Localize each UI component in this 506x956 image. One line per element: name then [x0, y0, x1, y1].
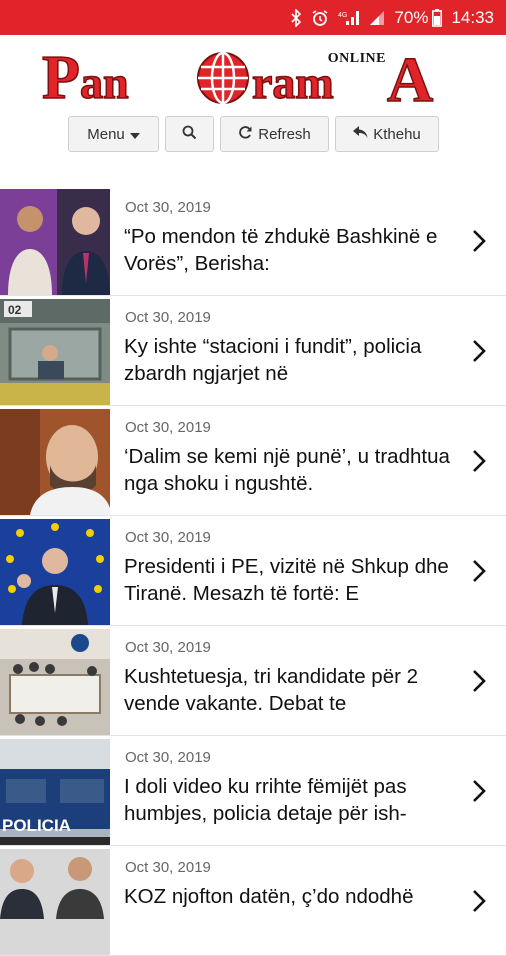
svg-text:P: P — [42, 44, 80, 105]
article-title: Ky ishte “stacioni i fundit”, policia zb… — [124, 335, 422, 385]
signal-data-icon: 4G — [338, 9, 360, 27]
chevron-right-icon — [472, 559, 486, 588]
toolbar: Menu Refresh Kthehu — [68, 116, 439, 152]
refresh-button[interactable]: Refresh — [220, 116, 329, 152]
article-date: Oct 30, 2019 — [125, 199, 211, 216]
clock-time: 14:33 — [451, 7, 494, 27]
article-title: Presidenti i PE, vizitë në Shkup dhe Tir… — [124, 555, 449, 605]
chevron-right-icon — [472, 339, 486, 368]
chevron-right-icon — [472, 779, 486, 808]
article-thumbnail — [0, 189, 110, 295]
article-date: Oct 30, 2019 — [125, 309, 211, 326]
article-date: Oct 30, 2019 — [125, 859, 211, 876]
svg-text:an: an — [80, 57, 129, 105]
article-title: I doli video ku rrihte fëmijët pas humbj… — [124, 775, 407, 825]
battery-icon — [432, 8, 443, 27]
article-date: Oct 30, 2019 — [125, 419, 211, 436]
article-thumbnail — [0, 409, 110, 515]
article-thumbnail: 02 — [0, 299, 110, 405]
bluetooth-icon — [290, 8, 302, 27]
refresh-label: Refresh — [258, 125, 311, 143]
article-item[interactable]: Oct 30, 2019 Presidenti i PE, vizitë në … — [0, 516, 506, 626]
article-list: Oct 30, 2019 “Po mendon të zhdukë Bashki… — [0, 186, 506, 956]
chevron-right-icon — [472, 889, 486, 918]
menu-button[interactable]: Menu — [68, 116, 159, 152]
article-thumbnail — [0, 519, 110, 625]
chevron-right-icon — [472, 669, 486, 698]
back-button[interactable]: Kthehu — [335, 116, 439, 152]
caret-down-icon — [129, 126, 140, 143]
article-thumbnail: POLICIA — [0, 739, 110, 845]
refresh-icon — [238, 125, 253, 144]
svg-text:A: A — [387, 44, 433, 105]
menu-label: Menu — [87, 125, 125, 143]
article-title: KOZ njofton datën, ç’do ndodhë — [124, 885, 414, 908]
article-item[interactable]: Oct 30, 2019 ‘Dalim se kemi një punë’, u… — [0, 406, 506, 516]
logo-online-label: ONLINE — [327, 51, 386, 66]
article-thumbnail — [0, 849, 110, 955]
svg-text:02: 02 — [8, 303, 22, 317]
svg-text:ram: ram — [252, 57, 334, 105]
cell-signal-icon — [369, 10, 385, 26]
article-item[interactable]: Oct 30, 2019 Kushtetuesja, tri kandidate… — [0, 626, 506, 736]
svg-text:4G: 4G — [338, 12, 347, 19]
article-item[interactable]: 02 Oct 30, 2019 Ky ishte “stacioni i fun… — [0, 296, 506, 406]
battery-percent: 70% — [394, 7, 429, 27]
chevron-right-icon — [472, 449, 486, 478]
status-bar: 4G 70% 14:33 — [0, 0, 506, 35]
article-thumbnail — [0, 629, 110, 735]
article-item[interactable]: POLICIA Oct 30, 2019 I doli video ku rri… — [0, 736, 506, 846]
article-title: ‘Dalim se kemi një punë’, u tradhtua nga… — [124, 445, 450, 495]
article-item[interactable]: Oct 30, 2019 KOZ njofton datën, ç’do ndo… — [0, 846, 506, 956]
article-title: Kushtetuesja, tri kandidate për 2 vende … — [124, 665, 419, 715]
search-button[interactable] — [165, 116, 214, 152]
chevron-right-icon — [472, 229, 486, 258]
article-date: Oct 30, 2019 — [125, 749, 211, 766]
article-item[interactable]: Oct 30, 2019 “Po mendon të zhdukë Bashki… — [0, 186, 506, 296]
search-icon — [182, 125, 197, 144]
alarm-icon — [311, 9, 329, 27]
article-date: Oct 30, 2019 — [125, 529, 211, 546]
svg-text:POLICIA: POLICIA — [2, 816, 71, 835]
reply-icon — [353, 125, 368, 143]
article-title: “Po mendon të zhdukë Bashkinë e Vorës”, … — [124, 225, 438, 275]
article-date: Oct 30, 2019 — [125, 639, 211, 656]
back-label: Kthehu — [373, 125, 421, 143]
panorama-logo[interactable]: P an ram A ONLINE — [41, 43, 466, 116]
